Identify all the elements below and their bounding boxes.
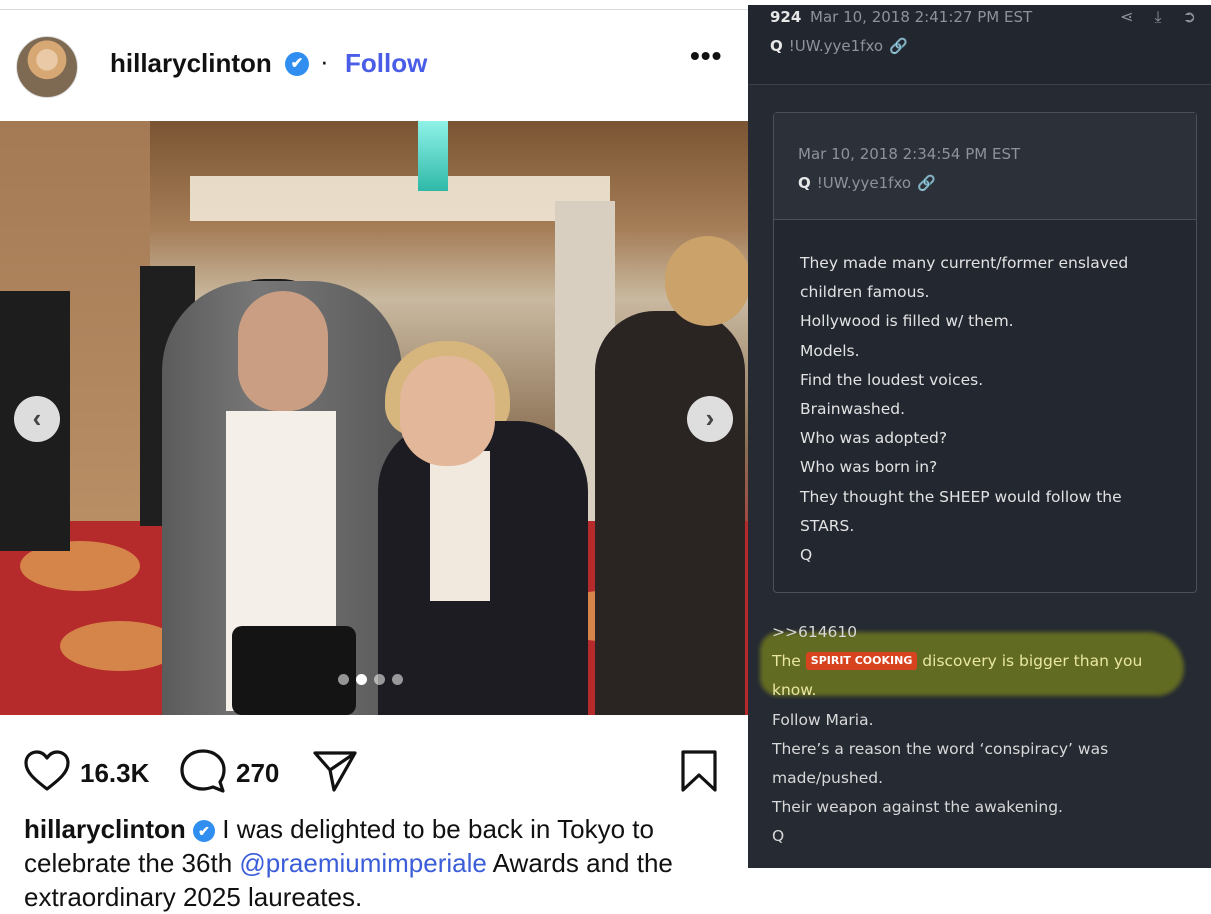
tripcode: !UW.yye1fxo (788, 37, 884, 55)
follow-button[interactable]: Follow (345, 48, 427, 79)
photo-person2-head (400, 356, 495, 466)
tripcode: !UW.yye1fxo (816, 174, 912, 192)
quote-line: children famous. (800, 283, 930, 302)
author-name: Q (798, 174, 811, 192)
verified-icon: ✔ (285, 52, 309, 76)
q-post-header: 924 Mar 10, 2018 2:41:27 PM EST ⋖ ⤓ ➲ Q!… (748, 5, 1211, 85)
post-date: Mar 10, 2018 2:41:27 PM EST (810, 8, 1033, 26)
carousel-dot-active[interactable] (356, 674, 367, 685)
carousel-indicator (338, 674, 403, 685)
author-name: Q (770, 37, 783, 55)
instagram-post: hillaryclinton ✔ · Follow ••• ‹ › 16.3K … (0, 0, 748, 914)
q-post-panel: 924 Mar 10, 2018 2:41:27 PM EST ⋖ ⤓ ➲ Q!… (748, 5, 1211, 868)
post-actions: 16.3K 270 (0, 745, 748, 805)
reply-reference-link[interactable]: >>614610 (772, 618, 1202, 647)
post-author: Q !UW.yye1fxo 🔗 (770, 37, 908, 55)
photo-person2-shirt (430, 451, 490, 601)
avatar[interactable] (16, 36, 78, 98)
comment-action: 270 (180, 745, 279, 801)
carousel-dot[interactable] (374, 674, 385, 685)
comment-icon[interactable] (180, 748, 226, 799)
carousel-dot[interactable] (338, 674, 349, 685)
photo-exit-sign (418, 121, 448, 191)
caption-mention-link[interactable]: @praemiumimperiale (239, 848, 486, 878)
photo-person-right (595, 311, 745, 715)
like-action: 16.3K (24, 745, 149, 801)
hl-text-before: The (772, 652, 806, 671)
spirit-cooking-tag: SPIRIT COOKING (805, 652, 918, 671)
quote-line: Who was born in? (800, 458, 938, 477)
link-icon[interactable]: 🔗 (917, 174, 936, 192)
quote-line: Brainwashed. (800, 400, 906, 419)
share-action (312, 745, 358, 801)
photo-person1-head (238, 291, 328, 411)
comment-count: 270 (236, 757, 280, 788)
post-header: hillaryclinton ✔ · Follow ••• (0, 10, 748, 121)
post-line: Q (772, 827, 785, 846)
photo-ceiling-light (190, 176, 610, 221)
verified-icon: ✔ (193, 820, 216, 842)
quoted-post-date: Mar 10, 2018 2:34:54 PM EST (798, 145, 1021, 163)
post-body: >>614610 The SPIRIT COOKING discovery is… (772, 618, 1202, 852)
post-line: made/pushed. (772, 769, 884, 788)
link-icon[interactable]: 🔗 (889, 37, 908, 55)
quote-line: Find the loudest voices. (800, 370, 984, 389)
post-action-icons[interactable]: ⋖ ⤓ ➲ (1120, 7, 1204, 27)
post-photo[interactable]: ‹ › (0, 121, 748, 715)
photo-handbag (232, 626, 356, 715)
carousel-prev-button[interactable]: ‹ (14, 396, 60, 442)
quote-line: They thought the SHEEP would follow the (800, 487, 1122, 506)
quoted-post-author: Q !UW.yye1fxo 🔗 (798, 174, 936, 192)
like-count: 16.3K (80, 757, 150, 788)
username[interactable]: hillaryclinton (110, 48, 272, 79)
share-icon[interactable] (312, 749, 358, 798)
quote-line: STARS. (800, 516, 855, 535)
quote-line: Hollywood is filled w/ them. (800, 312, 1014, 331)
post-line: Follow Maria. (772, 710, 874, 729)
quote-line: Q (800, 546, 813, 565)
bookmark-icon[interactable] (680, 749, 718, 798)
hl-text-after: discovery is bigger than you (917, 652, 1143, 671)
post-caption: hillaryclinton ✔ I was delighted to be b… (24, 812, 724, 914)
heart-icon[interactable] (24, 749, 70, 797)
highlighted-line-cont: know. (772, 681, 817, 700)
photo-person-right-hair (665, 236, 748, 326)
quote-line: Who was adopted? (800, 429, 948, 448)
quoted-post-header: Mar 10, 2018 2:34:54 PM EST Q !UW.yye1fxo… (774, 113, 1196, 220)
quote-line: They made many current/former enslaved (800, 254, 1129, 272)
save-action (680, 745, 718, 801)
quoted-post-body: They made many current/former enslaved c… (800, 249, 1180, 570)
carousel-next-button[interactable]: › (687, 396, 733, 442)
post-line: Their weapon against the awakening. (772, 798, 1063, 817)
carousel-dot[interactable] (392, 674, 403, 685)
highlighted-line: The SPIRIT COOKING discovery is bigger t… (772, 647, 1202, 676)
more-options-icon[interactable]: ••• (690, 40, 722, 72)
separator-dot: · (320, 46, 329, 76)
post-number: 924 (770, 8, 802, 26)
post-line: There’s a reason the word ‘conspiracy’ w… (772, 739, 1109, 758)
caption-username[interactable]: hillaryclinton (24, 814, 186, 844)
quote-line: Models. (800, 341, 860, 360)
